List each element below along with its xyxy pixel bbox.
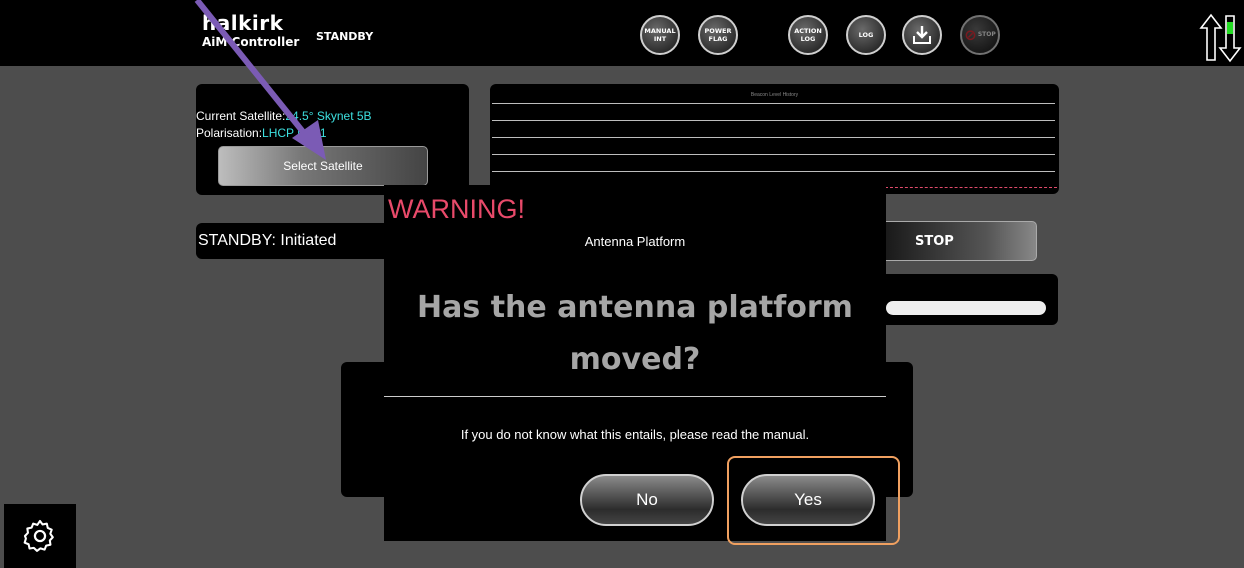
gear-icon [23, 519, 54, 552]
yes-button-highlight [727, 456, 900, 545]
progress-bar [886, 301, 1046, 315]
download-button[interactable] [902, 15, 942, 55]
status-bar: STANDBY: Initiated [196, 223, 396, 259]
polarisation-line: Polarisation:LHCP LO: 1 [196, 126, 327, 140]
grid-line [492, 137, 1055, 138]
manual-int-button[interactable]: MANUAL INT [640, 15, 680, 55]
power-flag-line1: POWER [704, 27, 732, 35]
current-satellite-label: Current Satellite: [196, 109, 286, 123]
polarisation-value: LHCP [262, 126, 294, 140]
stop-icon: ⊘ [964, 25, 977, 44]
logo: halkirk AiM Controller [202, 12, 299, 50]
dialog-divider [384, 396, 886, 397]
header-state: STANDBY [316, 30, 374, 43]
grid-line [492, 171, 1055, 172]
dialog-note: If you do not know what this entails, pl… [460, 427, 810, 442]
action-log-line2: LOG [800, 35, 816, 43]
grid-line [492, 103, 1055, 104]
logo-product: AiM Controller [202, 35, 300, 49]
top-bar: halkirk AiM Controller STANDBY MANUAL INT… [0, 0, 1244, 66]
lo-label: LO: [293, 126, 320, 140]
select-satellite-button[interactable]: Select Satellite [218, 146, 428, 186]
log-label: LOG [858, 31, 874, 39]
beacon-history-title: Beacon Level History [750, 92, 799, 98]
polarisation-label: Polarisation: [196, 126, 263, 140]
power-flag-line2: FLAG [708, 35, 728, 43]
stop-top-label: STOP [977, 31, 996, 38]
log-button[interactable]: LOG [846, 15, 886, 55]
download-icon [913, 26, 931, 44]
progress-panel [870, 274, 1058, 325]
beacon-history-panel: Beacon Level History [490, 84, 1059, 194]
logo-brand: halkirk [202, 11, 284, 35]
manual-int-line1: MANUAL [644, 27, 676, 35]
dialog-subtitle: Antenna Platform [584, 234, 686, 249]
stop-button[interactable]: STOP [870, 221, 1037, 261]
action-log-line1: ACTION [794, 27, 822, 35]
up-down-arrows-icon[interactable] [1199, 12, 1244, 64]
beacon-level-trace [885, 187, 1057, 188]
stop-top-button[interactable]: ⊘ STOP [960, 15, 1000, 55]
settings-button[interactable] [4, 504, 76, 568]
manual-int-line2: INT [653, 35, 667, 43]
warning-title: WARNING! [388, 194, 525, 224]
current-satellite-value: 24.5° Skynet 5B [285, 109, 372, 123]
lo-value: 1 [319, 126, 327, 140]
status-text: STANDBY: Initiated [198, 232, 337, 249]
no-button[interactable]: No [580, 474, 714, 526]
grid-line [492, 120, 1055, 121]
action-log-button[interactable]: ACTION LOG [788, 15, 828, 55]
power-flag-button[interactable]: POWER FLAG [698, 15, 738, 55]
grid-line [492, 154, 1055, 155]
current-satellite-line: Current Satellite:24.5° Skynet 5B [196, 109, 372, 123]
dialog-question: Has the antenna platform moved? [417, 290, 853, 377]
